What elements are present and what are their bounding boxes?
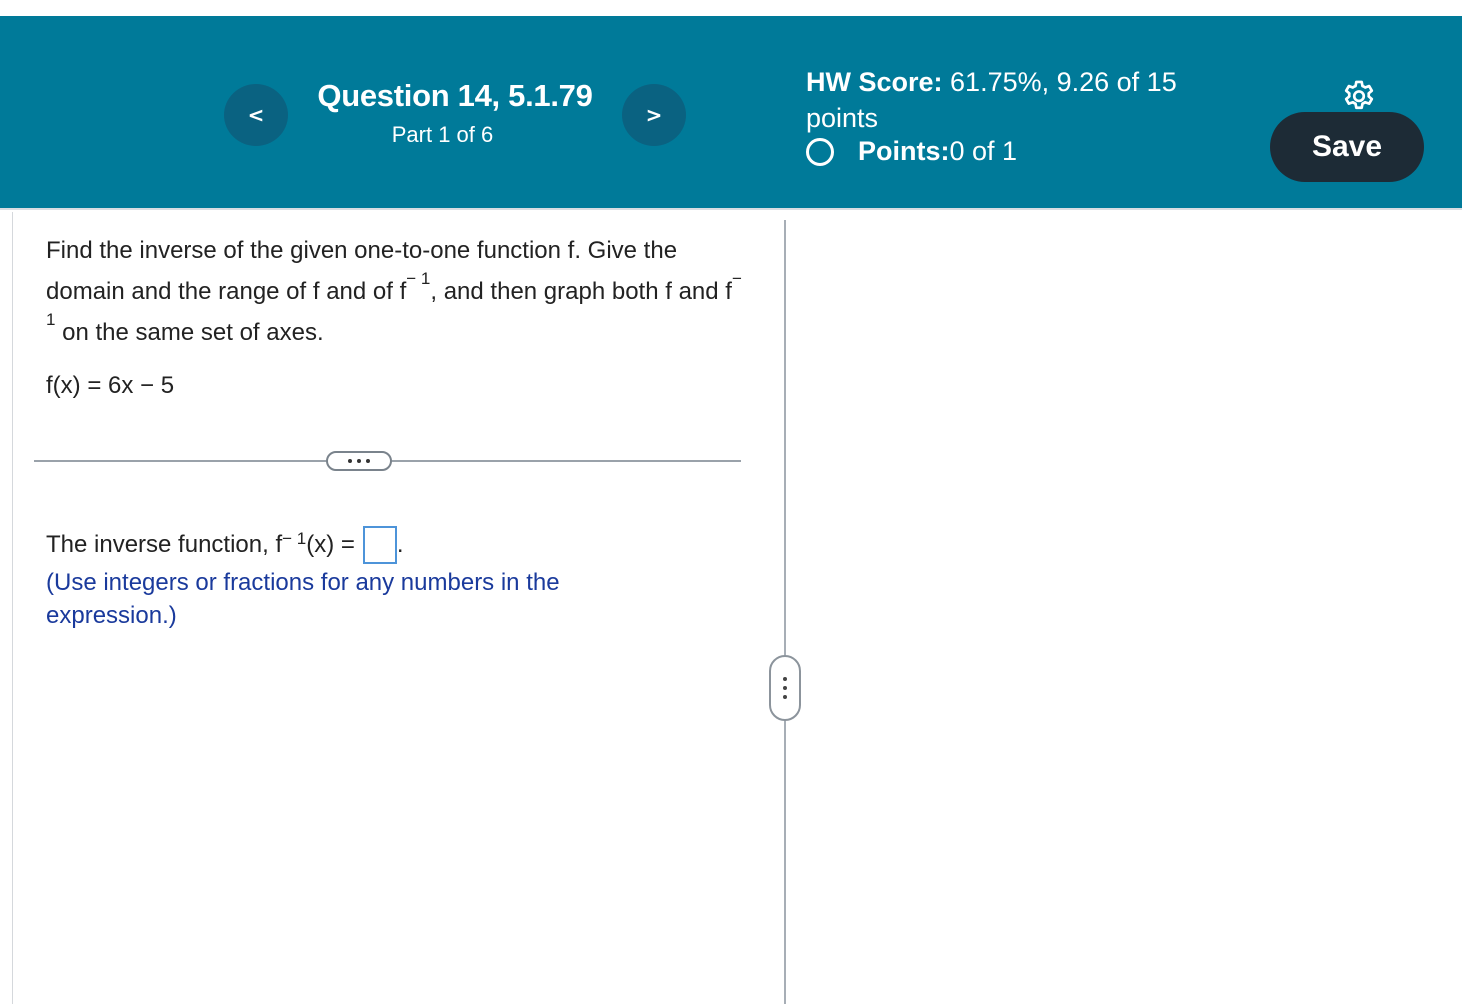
dot-icon [783, 677, 787, 681]
left-border [12, 212, 13, 1004]
question-text-part-2: , and then graph both f and f [430, 278, 732, 305]
answer-period: . [396, 531, 404, 558]
inverse-superscript: − 1 [406, 269, 431, 288]
question-header: < Question 14, 5.1.79 Part 1 of 6 > HW S… [0, 16, 1462, 210]
answer-input[interactable] [362, 526, 397, 564]
question-text: Find the inverse of the given one-to-one… [46, 230, 746, 353]
points-status-icon [806, 137, 834, 166]
dot-icon [366, 459, 370, 463]
previous-question-button[interactable]: < [224, 84, 288, 146]
answer-hint: (Use integers or fractions for any numbe… [46, 569, 560, 629]
dot-icon [357, 459, 361, 463]
dot-icon [783, 695, 787, 699]
question-points: Points: 0 of 1 [806, 136, 1017, 167]
question-part: Part 1 of 6 [391, 122, 494, 147]
answer-suffix: (x) = [306, 531, 355, 558]
splitter-handle[interactable] [769, 655, 801, 721]
dot-icon [348, 459, 352, 463]
question-title: Question 14, 5.1.79 [317, 78, 593, 113]
hw-score-value: 61.75%, 9.26 of 15 [942, 67, 1177, 97]
answer-prompt: The inverse function, f − 1 (x) =. [46, 526, 404, 564]
hw-score: HW Score: 61.75%, 9.26 of 15 points [806, 64, 1226, 136]
answer-prefix: The inverse function, f [46, 531, 283, 558]
panel-splitter [784, 220, 786, 1004]
gear-icon[interactable] [1340, 78, 1378, 116]
hw-score-label: HW Score: [806, 67, 943, 97]
function-definition: f(x) = 6x − 5 [46, 372, 175, 399]
show-more-button[interactable] [326, 451, 392, 471]
hw-score-unit: points [806, 103, 879, 133]
points-label: Points: [858, 136, 950, 166]
next-question-button[interactable]: > [622, 84, 686, 146]
question-text-part-3: on the same set of axes. [55, 319, 324, 346]
points-value: 0 of 1 [949, 136, 1018, 166]
save-button[interactable]: Save [1270, 112, 1424, 182]
dot-icon [783, 686, 787, 690]
